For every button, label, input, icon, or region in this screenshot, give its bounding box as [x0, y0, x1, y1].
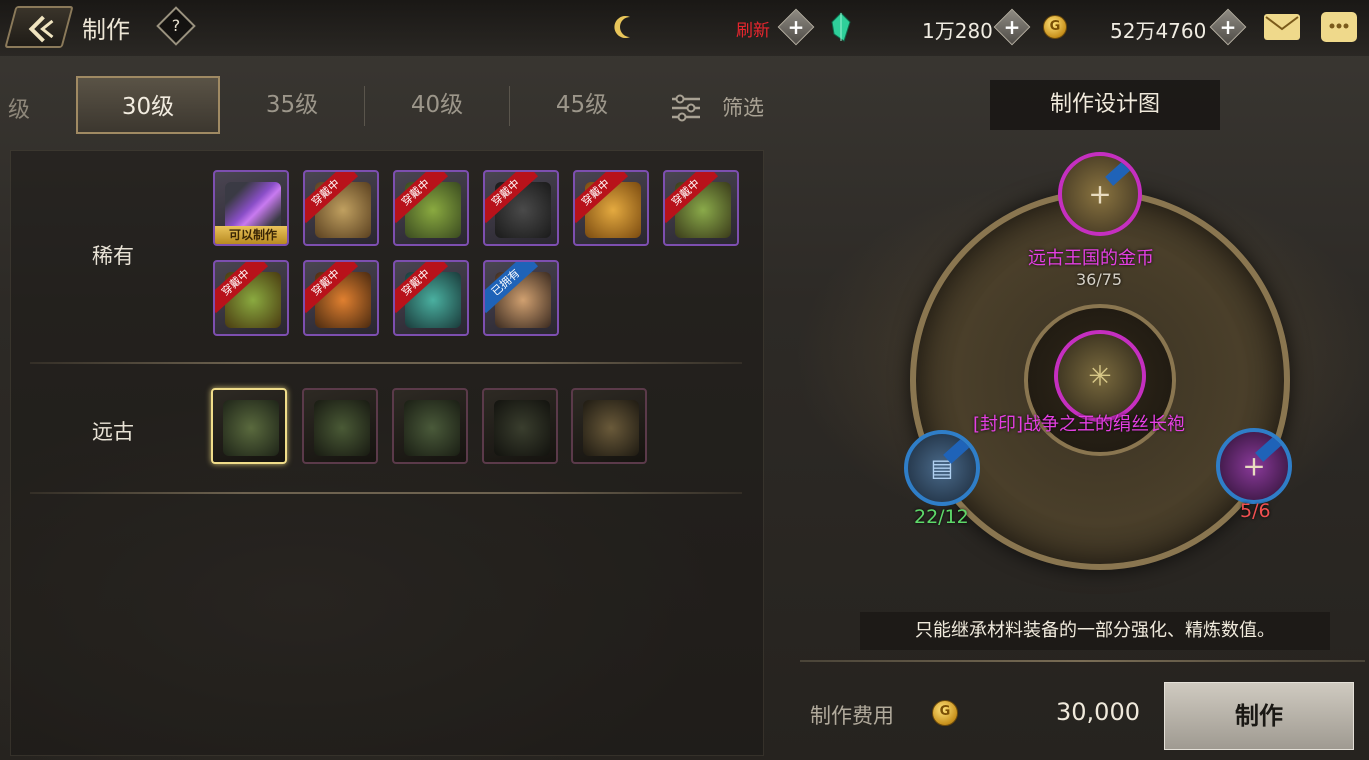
currency-1-value: 1万280 — [922, 19, 993, 43]
left-material-count: 22/12 — [914, 506, 969, 528]
cost-label: 制作费用 — [810, 704, 894, 728]
craft-button[interactable]: 制作 — [1164, 682, 1354, 750]
ancient-item-slot[interactable] — [392, 388, 468, 464]
rare-item-slot[interactable]: 穿戴中 — [663, 170, 739, 246]
ancient-item-slot[interactable] — [482, 388, 558, 464]
robe-item-icon — [223, 400, 279, 456]
design-panel-title: 制作设计图 — [990, 80, 1220, 130]
top-material-slot[interactable]: + — [1058, 152, 1142, 236]
top-material-count: 36/75 — [1076, 270, 1123, 289]
help-icon-label: ? — [171, 16, 181, 35]
robe-result-icon: ✳ — [1088, 359, 1112, 393]
chat-icon[interactable] — [1321, 12, 1357, 42]
belt-item-icon — [583, 400, 639, 456]
ancient-item-slot[interactable] — [302, 388, 378, 464]
top-bar: 制作 ? 刷新 + 1万280 + G 52万4760 + — [0, 0, 1369, 56]
ancient-row-label: 远古 — [92, 420, 134, 444]
ancient-item-slot-selected[interactable] — [211, 388, 287, 464]
help-icon[interactable]: ? — [156, 6, 196, 46]
rare-item-slot[interactable]: 可以制作 — [213, 170, 289, 246]
rare-item-slot[interactable]: 已拥有 — [483, 260, 559, 336]
refresh-plus-button[interactable]: + — [777, 8, 815, 46]
rare-item-slot[interactable]: 穿戴中 — [393, 170, 469, 246]
top-material-name: 远古王国的金币 — [1028, 248, 1154, 269]
boots-item-icon — [494, 400, 550, 456]
gold-coin-icon: G — [932, 700, 958, 726]
rare-item-slot[interactable]: 穿戴中 — [303, 260, 379, 336]
rare-row-label: 稀有 — [92, 244, 134, 268]
tab-level-30[interactable]: 30级 — [76, 76, 220, 134]
leggings-item-icon — [404, 400, 460, 456]
rare-item-slot[interactable]: 穿戴中 — [573, 170, 649, 246]
rare-item-slot[interactable]: 穿戴中 — [483, 170, 559, 246]
rare-item-slot[interactable]: 穿戴中 — [213, 260, 289, 336]
cost-value: 30,000 — [1056, 698, 1140, 726]
ancient-item-slot[interactable] — [571, 388, 647, 464]
currency-1-plus-button[interactable]: + — [993, 8, 1031, 46]
filter-label[interactable]: 筛选 — [722, 92, 764, 122]
back-button[interactable] — [4, 6, 74, 48]
inheritance-note: 只能继承材料装备的一部分强化、精炼数值。 — [860, 612, 1330, 650]
left-material-slot[interactable]: ▤ — [904, 430, 980, 506]
rare-item-slot[interactable]: 穿戴中 — [303, 170, 379, 246]
gem-icon — [831, 12, 851, 42]
right-material-count: 5/6 — [1240, 500, 1271, 522]
mail-icon[interactable] — [1264, 14, 1300, 40]
cloak-item-icon — [314, 400, 370, 456]
plus-icon: + — [1088, 177, 1112, 211]
result-item-slot[interactable]: ✳ — [1054, 330, 1146, 422]
right-material-slot[interactable]: + — [1216, 428, 1292, 504]
back-arrow-icon — [28, 15, 54, 43]
currency-2-value: 52万4760 — [1110, 19, 1207, 43]
gold-coin-icon: G — [1043, 15, 1067, 39]
plus-icon: + — [1242, 449, 1266, 483]
cloth-material-icon: ▤ — [930, 454, 954, 482]
rare-item-slot[interactable]: 穿戴中 — [393, 260, 469, 336]
craftable-badge: 可以制作 — [215, 226, 287, 244]
filter-icon[interactable] — [670, 94, 702, 122]
tab-partial-label[interactable]: 级 — [8, 92, 30, 124]
section-divider — [30, 362, 742, 364]
moon-icon[interactable] — [610, 12, 640, 42]
refresh-label[interactable]: 刷新 — [736, 16, 770, 41]
currency-2-plus-button[interactable]: + — [1209, 8, 1247, 46]
page-title: 制作 — [82, 16, 130, 44]
tab-level-40[interactable]: 40级 — [365, 76, 509, 134]
section-divider — [30, 492, 742, 494]
cost-divider — [800, 660, 1365, 662]
result-item-name: [封印]战争之王的绢丝长袍 — [973, 414, 1186, 435]
tab-level-45[interactable]: 45级 — [510, 76, 654, 134]
tab-level-35[interactable]: 35级 — [220, 76, 364, 134]
